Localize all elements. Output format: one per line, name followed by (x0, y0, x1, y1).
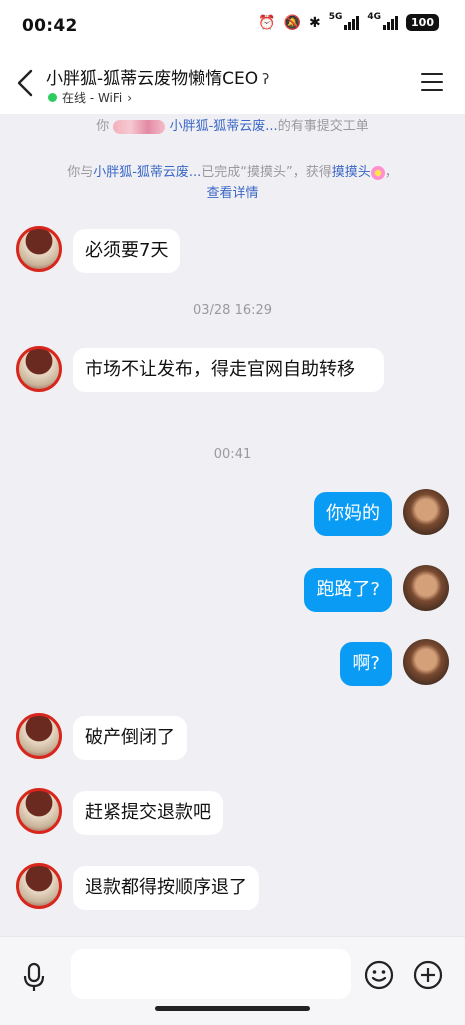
menu-button[interactable] (421, 73, 443, 91)
reward-link[interactable]: 摸摸头 (332, 165, 371, 180)
emoji-icon[interactable] (364, 960, 394, 990)
timestamp: 00:41 (213, 447, 252, 462)
status-bar: 00:42 ⏰ 🔕 ✱ 5G 4G 100 (0, 0, 465, 56)
menu-line (421, 73, 443, 75)
my-avatar[interactable] (403, 489, 449, 535)
sticker-decoration (113, 119, 166, 134)
signal-icon-2 (383, 15, 399, 30)
view-details-link[interactable]: 查看详情 (206, 186, 258, 201)
my-avatar[interactable] (403, 565, 449, 611)
system-notice-pat: 你与小胖狐-狐蒂云废...已完成“摸摸头”，获得摸摸头， 查看详情 (67, 165, 398, 201)
timestamp: 03/28 16:29 (192, 303, 273, 318)
chat-area[interactable]: 你 小胖狐-狐蒂云废...的有事提交工单 你与小胖狐-狐蒂云废...已完成“摸摸… (0, 114, 465, 936)
message-input[interactable] (71, 949, 351, 999)
network-5g-label: 5G (328, 11, 343, 22)
menu-line (421, 81, 443, 83)
message-bubble-incoming[interactable]: 退款都得按顺序退了 (73, 866, 259, 910)
battery-indicator: 100 (406, 14, 439, 31)
menu-line (421, 89, 443, 91)
message-bubble-incoming[interactable]: 市场不让发布，得走官网自助转移 (73, 348, 384, 392)
chat-title[interactable]: 小胖狐-狐蒂云废物懒惰CEO ʔ (46, 64, 269, 89)
message-bubble-incoming[interactable]: 必须要7天 (73, 229, 181, 273)
ear-icon: ʔ (262, 72, 270, 88)
online-status-text: 在线 - WiFi (62, 91, 123, 105)
back-arrow-icon[interactable] (14, 68, 38, 98)
notice-contact-link[interactable]: 小胖狐-狐蒂云废... (170, 119, 278, 134)
status-icons: ⏰ 🔕 ✱ 5G 4G 100 (258, 11, 439, 31)
contact-name: 小胖狐-狐蒂云废物懒惰CEO (46, 69, 259, 89)
notice-contact-link-2[interactable]: 小胖狐-狐蒂云废... (93, 165, 201, 180)
composer-bar (0, 936, 465, 1025)
system-notice-ticket: 你 小胖狐-狐蒂云废...的有事提交工单 (96, 119, 369, 134)
online-status[interactable]: 在线 - WiFi › (48, 89, 132, 106)
chat-header: 小胖狐-狐蒂云废物懒惰CEO ʔ 在线 - WiFi › (0, 56, 465, 114)
contact-avatar[interactable] (16, 788, 62, 834)
contact-avatar[interactable] (16, 863, 62, 909)
contact-avatar[interactable] (16, 346, 62, 392)
my-avatar[interactable] (403, 639, 449, 685)
network-4g-label: 4G (367, 11, 382, 22)
contact-avatar[interactable] (16, 226, 62, 272)
message-bubble-outgoing[interactable]: 跑路了? (304, 568, 392, 612)
alarm-icon: ⏰ (258, 14, 276, 31)
status-time: 00:42 (22, 16, 78, 36)
mute-icon: 🔕 (283, 14, 301, 31)
chevron-right-icon: › (127, 90, 133, 105)
signal-icon (344, 15, 360, 30)
flower-icon (370, 165, 385, 180)
message-bubble-incoming[interactable]: 赶紧提交退款吧 (73, 791, 223, 835)
message-bubble-outgoing[interactable]: 你妈的 (314, 492, 392, 536)
microphone-icon[interactable] (22, 961, 46, 993)
plus-icon[interactable] (413, 960, 443, 990)
online-dot-icon (48, 93, 57, 102)
message-bubble-incoming[interactable]: 破产倒闭了 (73, 716, 187, 760)
contact-avatar[interactable] (16, 713, 62, 759)
bluetooth-icon: ✱ (308, 14, 321, 31)
message-bubble-outgoing[interactable]: 啊? (340, 642, 392, 686)
home-indicator[interactable] (155, 1006, 310, 1011)
